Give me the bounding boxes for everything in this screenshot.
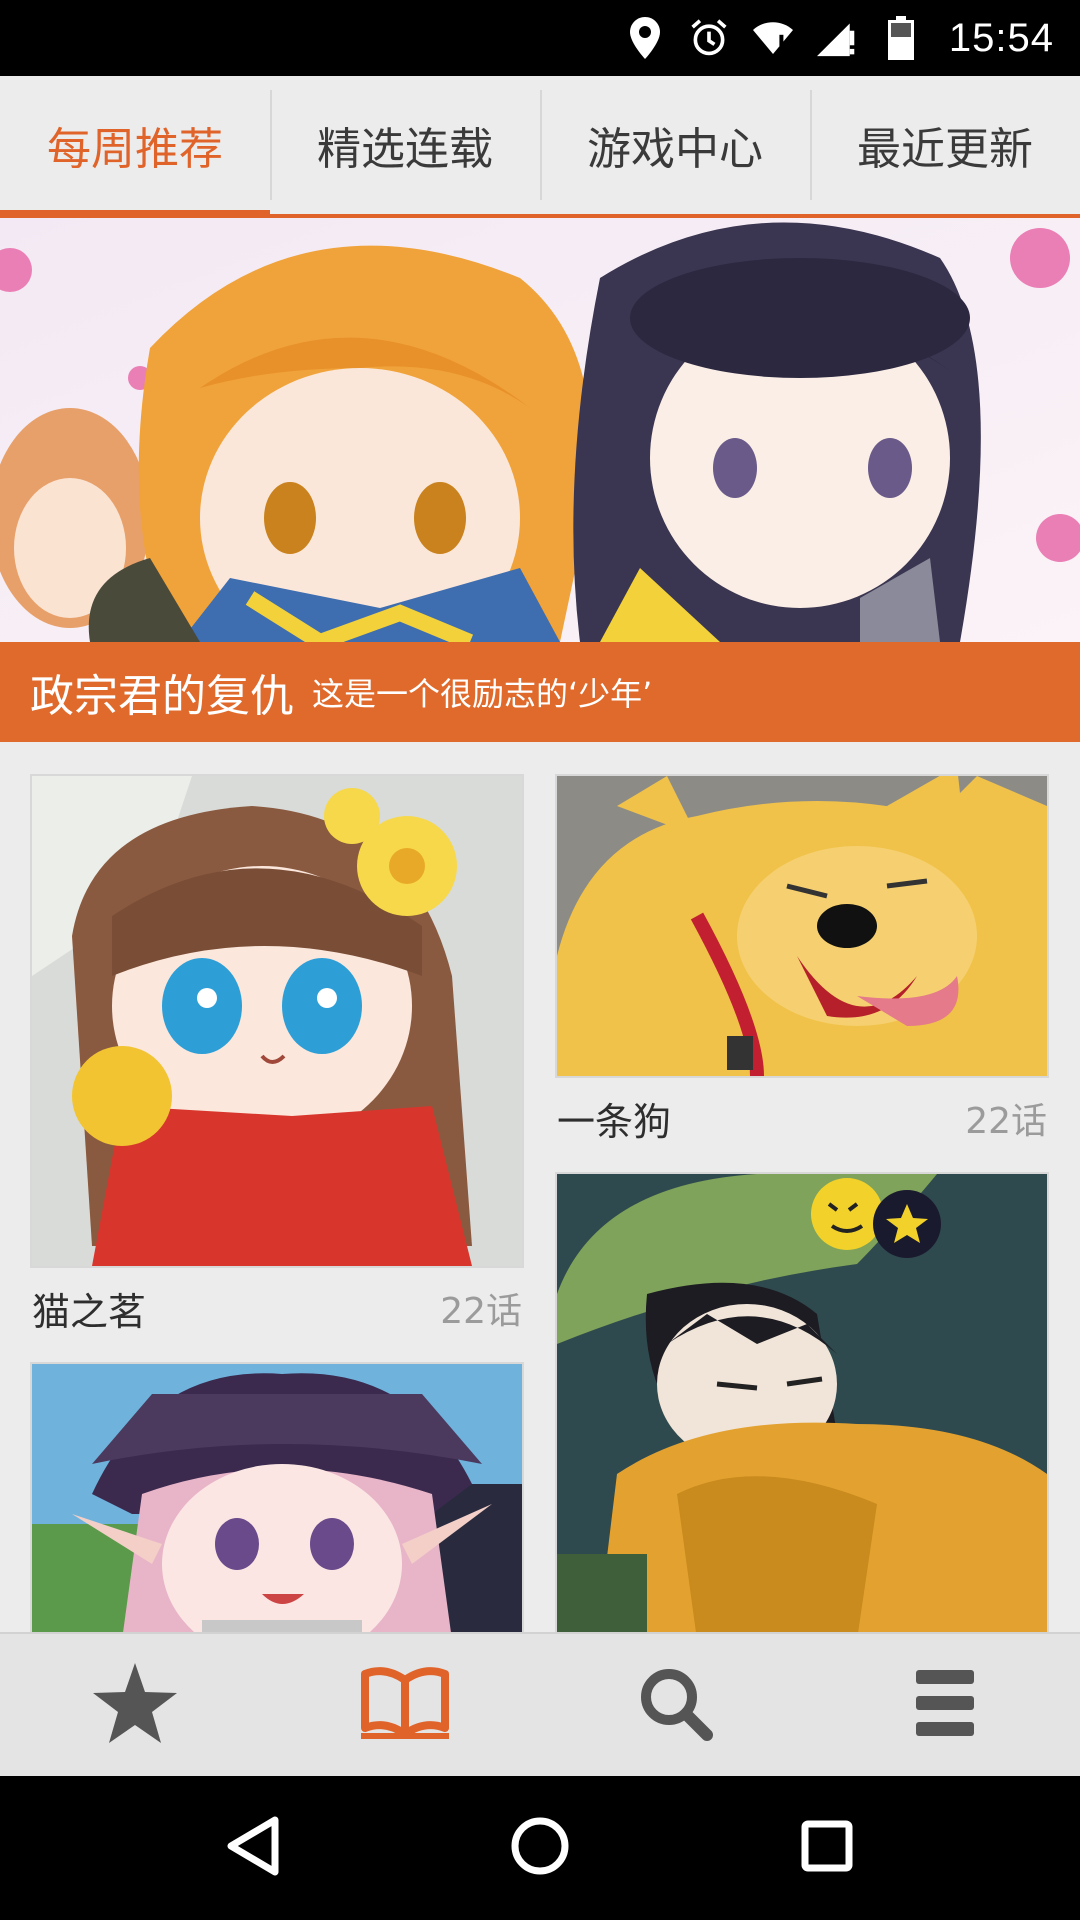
comic-title: 猫之茗 bbox=[32, 1289, 147, 1334]
nav-menu[interactable] bbox=[810, 1634, 1080, 1776]
book-icon bbox=[361, 1666, 449, 1744]
menu-icon bbox=[916, 1670, 974, 1740]
featured-banner[interactable]: 政宗君的复仇 这是一个很励志的‘少年’ bbox=[0, 218, 1080, 742]
banner-artwork bbox=[0, 218, 1080, 642]
status-bar: 15:54 bbox=[0, 0, 1080, 76]
clock-time: 15:54 bbox=[948, 15, 1054, 60]
comic-grid: 猫之茗 22话 一条狗 22话 bbox=[0, 742, 1080, 1632]
recents-square-icon bbox=[801, 1820, 853, 1876]
home-circle-icon bbox=[510, 1816, 570, 1880]
comic-meta: 猫之茗 22话 bbox=[30, 1268, 524, 1348]
nav-favorites[interactable] bbox=[0, 1634, 270, 1776]
comic-cover bbox=[555, 774, 1049, 1078]
nav-library[interactable] bbox=[270, 1634, 540, 1776]
comic-card[interactable]: 一条狗 22话 bbox=[555, 774, 1049, 1158]
signal-icon bbox=[816, 15, 857, 61]
battery-icon bbox=[881, 15, 921, 61]
star-icon bbox=[93, 1663, 177, 1747]
alarm-icon bbox=[689, 15, 729, 61]
category-tabs: 每周推荐 精选连载 游戏中心 最近更新 bbox=[0, 76, 1080, 218]
tab-featured-series[interactable]: 精选连载 bbox=[270, 76, 540, 214]
chapter-count: 22话 bbox=[965, 1101, 1047, 1142]
comic-cover bbox=[30, 774, 524, 1268]
recents-button[interactable] bbox=[782, 1803, 872, 1893]
banner-title: 政宗君的复仇 bbox=[30, 671, 294, 722]
bottom-navigation bbox=[0, 1632, 1080, 1776]
comic-cover bbox=[555, 1172, 1049, 1632]
comic-title: 一条狗 bbox=[557, 1099, 672, 1144]
comic-cover bbox=[30, 1362, 524, 1632]
back-button[interactable] bbox=[208, 1803, 298, 1893]
search-icon bbox=[637, 1665, 713, 1745]
system-navigation-bar bbox=[0, 1776, 1080, 1920]
comic-card[interactable]: 猫之茗 22话 bbox=[30, 774, 524, 1348]
tab-recent-updates[interactable]: 最近更新 bbox=[810, 76, 1080, 214]
banner-subtitle: 这是一个很励志的‘少年’ bbox=[312, 675, 653, 713]
nav-search[interactable] bbox=[540, 1634, 810, 1776]
home-button[interactable] bbox=[495, 1803, 585, 1893]
comic-card[interactable] bbox=[30, 1362, 524, 1632]
wifi-icon bbox=[752, 15, 793, 61]
back-triangle-icon bbox=[225, 1816, 281, 1880]
location-icon bbox=[625, 15, 665, 61]
chapter-count: 22话 bbox=[440, 1291, 522, 1332]
comic-meta: 一条狗 22话 bbox=[555, 1078, 1049, 1158]
comic-card[interactable] bbox=[555, 1172, 1049, 1632]
banner-caption: 政宗君的复仇 这是一个很励志的‘少年’ bbox=[0, 642, 1080, 742]
tab-weekly-picks[interactable]: 每周推荐 bbox=[0, 76, 270, 218]
tab-game-center[interactable]: 游戏中心 bbox=[540, 76, 810, 214]
